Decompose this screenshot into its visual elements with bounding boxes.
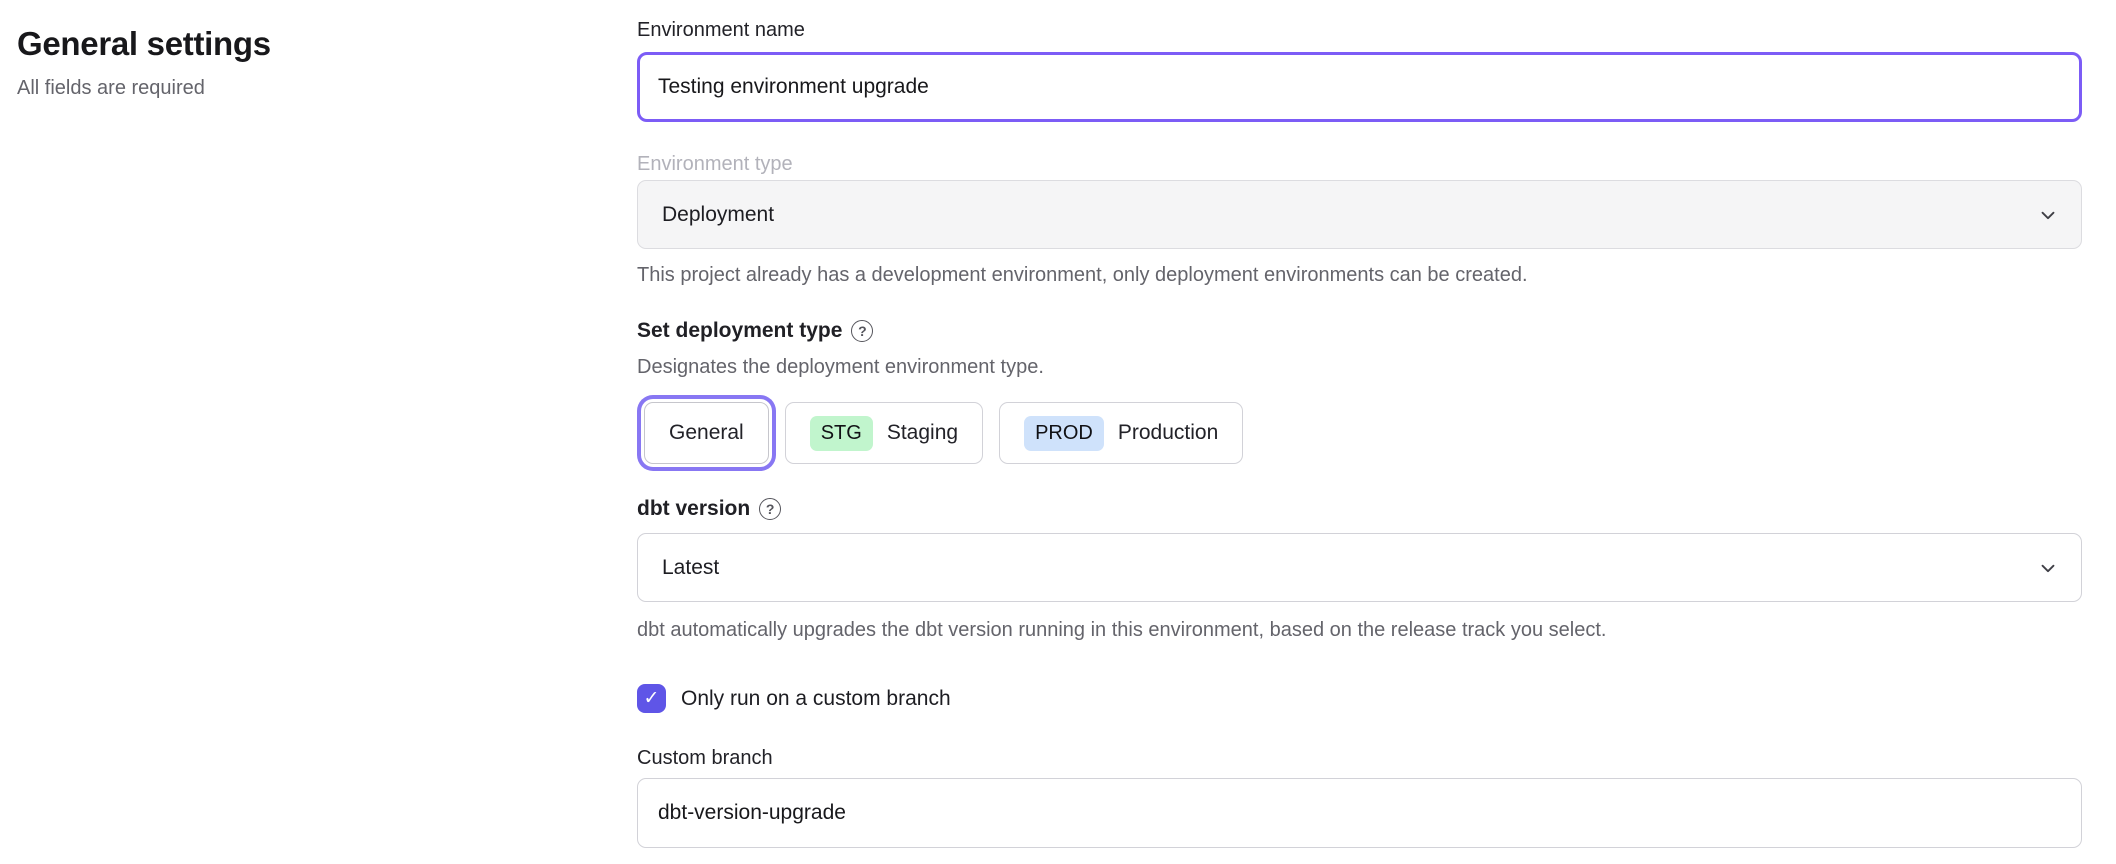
environment-settings-page: General settings All fields are required… [0,0,2116,848]
page-subtitle: All fields are required [17,74,637,102]
deployment-type-general-button[interactable]: General [644,402,769,464]
deployment-type-staging-button[interactable]: STG Staging [785,402,983,464]
custom-branch-label: Custom branch [637,744,2082,772]
custom-branch-toggle-row: ✓ Only run on a custom branch [637,684,2082,713]
page-title: General settings [17,22,637,66]
environment-type-label: Environment type [637,150,2082,178]
chevron-down-icon [2037,557,2059,579]
settings-header-column: General settings All fields are required [0,0,637,848]
deployment-type-label: Set deployment type [637,317,842,345]
environment-type-helper: This project already has a development e… [637,261,2082,289]
environment-type-select[interactable]: Deployment [637,180,2082,249]
deployment-type-options: General STG Staging PROD Production [637,395,2082,471]
dbt-version-label-row: dbt version ? [637,495,2082,523]
custom-branch-toggle-label: Only run on a custom branch [681,684,951,713]
settings-form: Environment name Environment type Deploy… [637,0,2082,848]
environment-type-value: Deployment [662,203,774,227]
environment-name-input[interactable] [637,52,2082,122]
dbt-version-select[interactable]: Latest [637,533,2082,602]
deployment-type-staging-label: Staging [887,421,958,445]
help-icon[interactable]: ? [851,320,873,342]
dbt-version-label: dbt version [637,495,750,523]
dbt-version-helper: dbt automatically upgrades the dbt versi… [637,616,2082,644]
help-icon[interactable]: ? [759,498,781,520]
deployment-type-helper: Designates the deployment environment ty… [637,353,2082,381]
dbt-version-value: Latest [662,556,719,580]
staging-badge: STG [810,416,873,451]
deployment-type-production-button[interactable]: PROD Production [999,402,1243,464]
custom-branch-checkbox[interactable]: ✓ [637,684,666,713]
environment-name-label: Environment name [637,16,2082,44]
chevron-down-icon [2037,204,2059,226]
deployment-type-production-label: Production [1118,421,1218,445]
custom-branch-input[interactable] [637,778,2082,848]
deployment-type-label-row: Set deployment type ? [637,317,2082,345]
check-icon: ✓ [644,689,660,708]
production-badge: PROD [1024,416,1104,451]
deployment-type-general-label: General [669,421,744,445]
